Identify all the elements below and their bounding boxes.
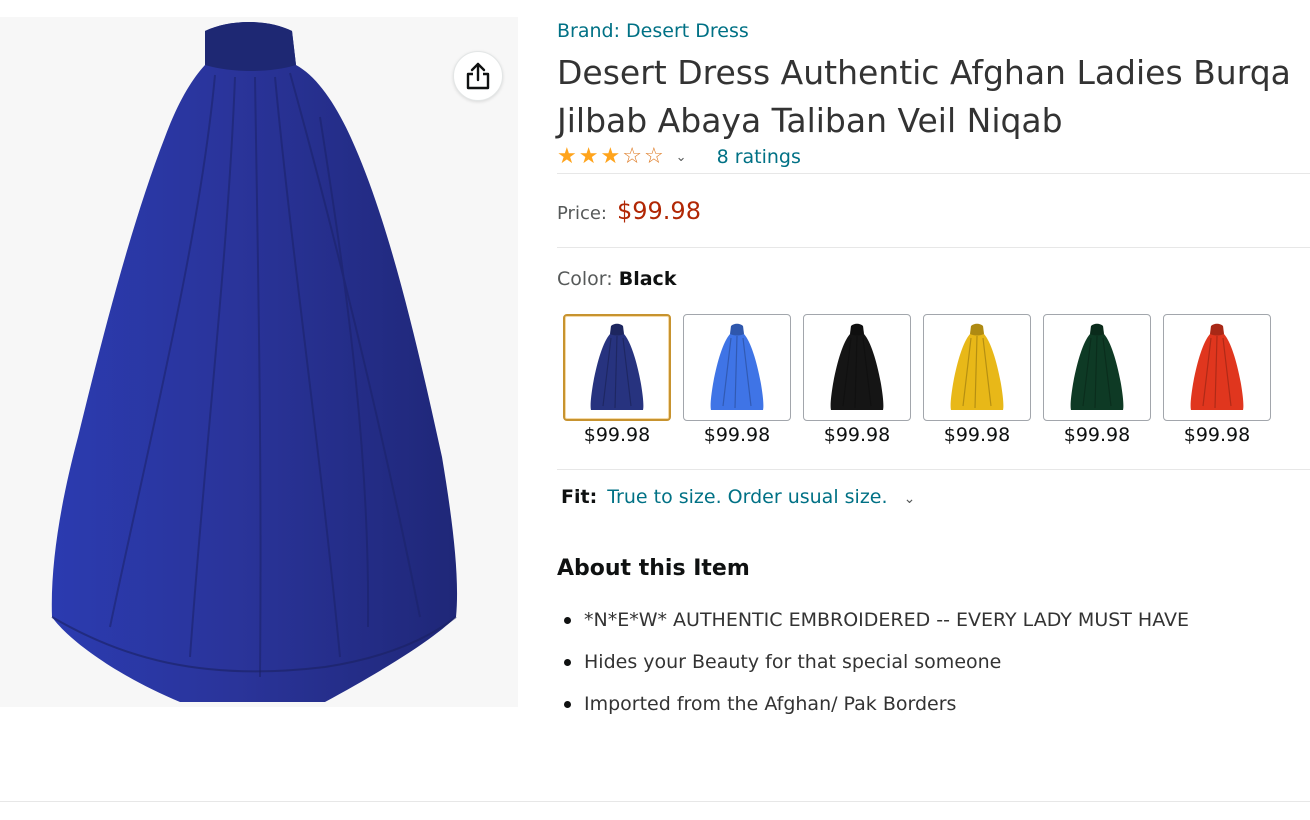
product-main-image[interactable] — [0, 17, 518, 707]
about-item-bullets: *N*E*W* AUTHENTIC EMBROIDERED -- EVERY L… — [557, 606, 1189, 732]
fit-row[interactable]: Fit: True to size. Order usual size. ⌄ — [561, 486, 915, 508]
color-selection-label: Color: Black — [557, 268, 676, 290]
swatch-price: $99.98 — [703, 424, 771, 446]
color-swatch[interactable] — [923, 314, 1031, 421]
swatch-price: $99.98 — [1183, 424, 1251, 446]
price-label: Price: — [557, 203, 607, 224]
footer-divider — [0, 801, 1310, 802]
swatch-price: $99.98 — [583, 424, 651, 446]
product-title: Desert Dress Authentic Afghan Ladies Bur… — [557, 53, 1291, 140]
rating-summary[interactable]: ★ ★ ★ ☆ ☆ ⌄ 8 ratings — [557, 143, 801, 171]
star-empty-icon: ☆ — [622, 144, 642, 169]
bullet-item: Imported from the Afghan/ Pak Borders — [557, 690, 1189, 732]
divider — [557, 173, 1310, 174]
color-swatch[interactable] — [803, 314, 911, 421]
swatch-burqa-image — [590, 323, 644, 410]
share-button[interactable] — [453, 51, 503, 101]
swatch-burqa-image — [1070, 323, 1124, 410]
star-filled-icon: ★ — [578, 144, 599, 169]
star-filled-icon: ★ — [557, 144, 577, 169]
color-swatch[interactable] — [1163, 314, 1271, 421]
swatch-price: $99.98 — [823, 424, 891, 446]
star-empty-icon: ☆ — [643, 144, 664, 169]
divider — [557, 469, 1310, 470]
price-row: Price: $99.98 — [557, 197, 701, 225]
fit-label: Fit: — [561, 486, 598, 508]
color-label: Color: — [557, 268, 613, 290]
swatch-burqa-image — [950, 323, 1004, 410]
swatch-price: $99.98 — [1063, 424, 1131, 446]
color-swatch[interactable] — [1043, 314, 1151, 421]
swatch-burqa-image — [710, 323, 764, 410]
product-image-panel — [0, 17, 518, 707]
swatch-burqa-image — [830, 323, 884, 410]
star-filled-icon: ★ — [600, 144, 621, 169]
divider — [557, 247, 1310, 248]
share-icon — [466, 62, 490, 90]
fit-text-link[interactable]: True to size. Order usual size. — [607, 486, 887, 508]
price-value: $99.98 — [616, 197, 701, 225]
swatch-burqa-image — [1190, 323, 1244, 410]
about-item-heading: About this Item — [557, 556, 750, 581]
color-swatch[interactable] — [563, 314, 671, 421]
chevron-down-icon[interactable]: ⌄ — [676, 150, 687, 165]
brand-link[interactable]: Brand: Desert Dress — [557, 20, 749, 42]
selected-color-name: Black — [618, 268, 677, 290]
chevron-down-icon[interactable]: ⌄ — [904, 491, 916, 507]
bullet-item: *N*E*W* AUTHENTIC EMBROIDERED -- EVERY L… — [557, 606, 1189, 648]
swatch-price: $99.98 — [943, 424, 1011, 446]
bullet-item: Hides your Beauty for that special someo… — [557, 648, 1189, 690]
color-swatch[interactable] — [683, 314, 791, 421]
ratings-count-link[interactable]: 8 ratings — [717, 146, 801, 168]
